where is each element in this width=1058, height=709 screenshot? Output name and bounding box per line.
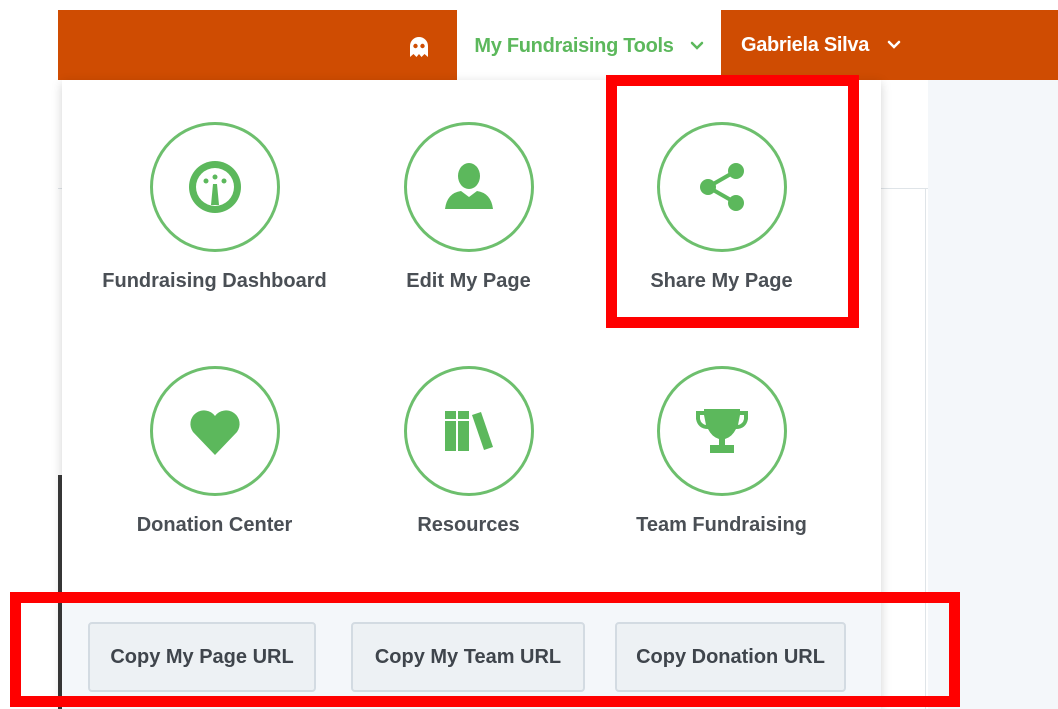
tile-resources[interactable]: Resources (342, 366, 595, 537)
tile-label: Edit My Page (406, 270, 531, 292)
user-name-label: Gabriela Silva (740, 33, 870, 56)
tile-label: Fundraising Dashboard (102, 270, 327, 292)
chevron-down-icon (887, 40, 901, 49)
trophy-icon (656, 366, 787, 496)
my-fundraising-tools-label: My Fundraising Tools (474, 34, 674, 57)
dashboard-gauge-icon (149, 122, 280, 252)
books-icon (403, 366, 534, 496)
tile-label: Donation Center (136, 514, 293, 536)
heart-icon (149, 366, 280, 496)
tile-edit-my-page[interactable]: Edit My Page (342, 122, 595, 293)
highlight-share-my-page (606, 75, 859, 328)
user-menu[interactable]: Gabriela Silva (721, 10, 921, 80)
tile-donation-center[interactable]: Donation Center (88, 366, 341, 537)
tile-label: Resources (417, 514, 520, 536)
highlight-copy-buttons (10, 592, 960, 707)
tile-fundraising-dashboard[interactable]: Fundraising Dashboard (88, 122, 341, 293)
chevron-down-icon (690, 41, 703, 50)
ghost-icon[interactable] (408, 34, 430, 58)
my-fundraising-tools-menu[interactable]: My Fundraising Tools (457, 10, 721, 82)
user-icon (403, 122, 534, 252)
tile-team-fundraising[interactable]: Team Fundraising (595, 366, 848, 537)
tile-label: Team Fundraising (636, 514, 807, 536)
